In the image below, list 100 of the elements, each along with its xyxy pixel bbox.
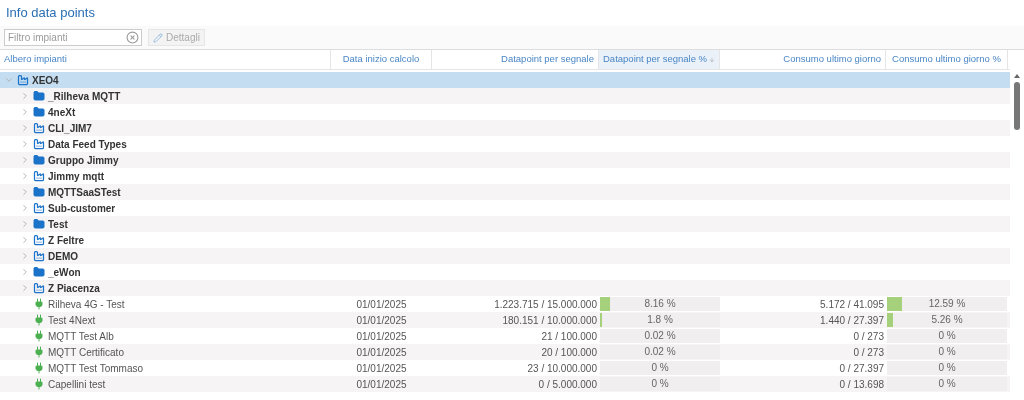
node-label: 4neXt — [48, 105, 76, 120]
node-label: MQTT Certificato — [48, 345, 124, 360]
folder-icon — [33, 186, 45, 198]
folder-icon — [33, 90, 45, 102]
percent-text: 0 % — [937, 329, 957, 343]
node-label: Gruppo Jimmy — [48, 153, 119, 168]
datapoint-count: 1.223.715 / 15.000.000 — [494, 298, 597, 310]
consumption-count: 0 / 273 — [853, 346, 884, 358]
node-label: XEO4 — [32, 73, 59, 88]
start-date: 01/01/2025 — [356, 314, 407, 326]
folder-icon — [33, 218, 45, 230]
node-label: Test — [48, 217, 68, 232]
clear-icon[interactable] — [126, 31, 139, 44]
scrollbar-drawing[interactable] — [1012, 72, 1022, 132]
factory-icon — [33, 138, 45, 150]
plug-icon — [33, 314, 45, 326]
node-label: MQTTSaaSTest — [48, 185, 121, 200]
datapoint-count: 180.151 / 10.000.000 — [502, 314, 597, 326]
percent-text: 0 % — [650, 361, 670, 375]
column-header[interactable]: Consumo ultimo giorno — [720, 50, 886, 69]
collapse-chevron-icon[interactable] — [20, 91, 30, 101]
percent-text: 0.02 % — [643, 329, 677, 343]
collapse-chevron-icon[interactable] — [20, 107, 30, 117]
collapse-chevron-icon[interactable] — [20, 267, 30, 277]
percent-text: 1.8 % — [646, 313, 674, 327]
node-label: Capellini test — [48, 377, 106, 392]
node-label: Sub-customer — [48, 201, 116, 216]
start-date: 01/01/2025 — [356, 378, 407, 390]
plug-icon — [33, 346, 45, 358]
expand-chevron-icon[interactable] — [4, 75, 14, 85]
percent-text: 12.59 % — [927, 297, 967, 311]
percent-text: 0 % — [937, 345, 957, 359]
percent-text: 0 % — [937, 361, 957, 375]
datapoint-count: 21 / 100.000 — [541, 330, 597, 342]
node-label: Z Piacenza — [48, 281, 100, 296]
factory-icon — [33, 122, 45, 134]
percent-text: 0 % — [650, 377, 670, 391]
start-date: 01/01/2025 — [356, 330, 407, 342]
factory-icon — [33, 170, 45, 182]
collapse-chevron-icon[interactable] — [20, 171, 30, 181]
consumption-count: 1.440 / 27.397 — [820, 314, 884, 326]
collapse-chevron-icon[interactable] — [20, 187, 30, 197]
collapse-chevron-icon[interactable] — [20, 203, 30, 213]
consumption-count: 0 / 13.698 — [839, 378, 884, 390]
factory-icon — [17, 74, 29, 86]
column-header[interactable]: Albero impianti — [0, 50, 331, 69]
collapse-chevron-icon[interactable] — [20, 123, 30, 133]
plug-icon — [33, 378, 45, 390]
factory-icon — [33, 282, 45, 294]
percent-text: 0.02 % — [643, 345, 677, 359]
collapse-chevron-icon[interactable] — [20, 283, 30, 293]
folder-icon — [33, 106, 45, 118]
datapoint-count: 23 / 10.000.000 — [527, 362, 597, 374]
start-date: 01/01/2025 — [356, 346, 407, 358]
collapse-chevron-icon[interactable] — [20, 155, 30, 165]
tree-row[interactable]: Test — [0, 216, 1010, 232]
node-label: MQTT Test Alb — [48, 329, 114, 344]
start-date: 01/01/2025 — [356, 362, 407, 374]
folder-icon — [33, 154, 45, 166]
tree-row[interactable]: MQTT Certificato 01/01/2025 20 / 100.000 0.02 % 0 / 273 0 % — [0, 344, 1010, 360]
node-label: Data Feed Types — [48, 137, 127, 152]
tree-row[interactable]: Test 4Next 01/01/2025 180.151 / 10.000.000 1.8 % 1.440 / 27.397 5.26 % — [0, 312, 1010, 328]
tree-row[interactable]: CLI_JIM7 — [0, 120, 1010, 136]
tree-row[interactable]: XEO4 — [0, 72, 1010, 88]
pencil-icon — [153, 32, 163, 43]
column-header[interactable]: Data inizio calcolo — [331, 50, 432, 69]
node-label: _eWon — [48, 265, 81, 280]
tree-row[interactable]: Z Piacenza — [0, 280, 1010, 296]
node-label: CLI_JIM7 — [48, 121, 92, 136]
tree-row[interactable]: Gruppo Jimmy — [0, 152, 1010, 168]
tree-row[interactable]: _Rilheva MQTT — [0, 88, 1010, 104]
folder-icon — [33, 266, 45, 278]
collapse-chevron-icon[interactable] — [20, 235, 30, 245]
column-header[interactable]: Consumo ultimo giorno % — [886, 50, 1008, 69]
percent-text: 8.16 % — [643, 297, 677, 311]
consumption-count: 5.172 / 41.095 — [820, 298, 884, 310]
start-date: 01/01/2025 — [356, 298, 407, 310]
node-label: Z Feltre — [48, 233, 85, 248]
node-label: MQTT Test Tommaso — [48, 361, 144, 376]
collapse-chevron-icon[interactable] — [20, 219, 30, 229]
tree-row[interactable]: DEMO — [0, 248, 1010, 264]
percent-text: 5.26 % — [930, 313, 964, 327]
datapoint-count: 20 / 100.000 — [541, 346, 597, 358]
plug-icon — [33, 362, 45, 374]
factory-icon — [33, 202, 45, 214]
tree-row[interactable]: Capellini test 01/01/2025 0 / 5.000.000 0 % 0 / 13.698 0 % — [0, 376, 1010, 392]
consumption-count: 0 / 27.397 — [839, 362, 884, 374]
page-title: Info data points — [6, 4, 95, 23]
percent-text: 0 % — [937, 377, 957, 391]
consumption-count: 0 / 273 — [853, 330, 884, 342]
node-label: DEMO — [48, 249, 78, 264]
collapse-chevron-icon[interactable] — [20, 139, 30, 149]
tree-row[interactable]: MQTTSaaSTest — [0, 184, 1010, 200]
filter-field[interactable]: Filtro impianti — [4, 29, 142, 46]
node-label: Jimmy mqtt — [48, 169, 105, 184]
column-header[interactable]: Datapoint per segnale % — [599, 50, 720, 69]
collapse-chevron-icon[interactable] — [20, 251, 30, 261]
plug-icon — [33, 330, 45, 342]
factory-icon — [33, 234, 45, 246]
node-label: Test 4Next — [48, 313, 96, 328]
